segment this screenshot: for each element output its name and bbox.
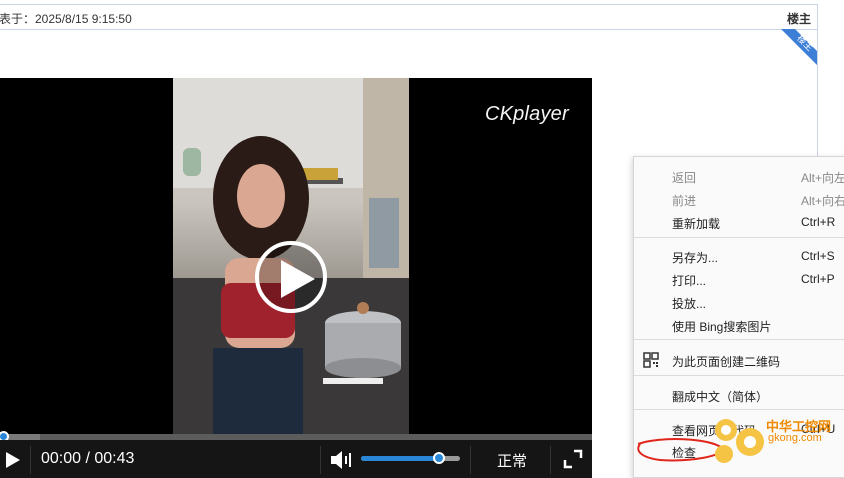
time-display: 00:00 / 00:43 — [41, 450, 135, 467]
context-menu-item[interactable]: 为此页面创建二维码 — [634, 349, 844, 371]
context-menu-label: 返回 — [672, 171, 697, 185]
menu-divider — [634, 375, 844, 376]
context-menu-label: 使用 Bing搜索图片 — [672, 320, 772, 334]
menu-divider — [634, 339, 844, 340]
context-menu-item[interactable]: 投放... — [634, 291, 844, 313]
play-icon — [281, 260, 315, 298]
menu-divider — [634, 237, 844, 238]
op-ribbon-badge: 楼主 — [781, 29, 817, 65]
divider — [320, 446, 321, 474]
player-watermark: CKplayer — [485, 103, 569, 125]
big-play-button[interactable] — [255, 241, 327, 313]
logo-url: gkong.com — [768, 432, 822, 444]
context-menu-label: 重新加载 — [672, 217, 721, 231]
context-menu-item[interactable]: 使用 Bing搜索图片 — [634, 314, 844, 336]
context-menu-item[interactable]: 翻成中文（简体） — [634, 384, 844, 406]
fullscreen-button[interactable] — [563, 449, 583, 469]
menu-divider — [634, 409, 844, 410]
video-player[interactable]: CKplayer 00:00 / 00:43 正常 — [0, 78, 592, 478]
context-menu-label: 翻成中文（简体） — [672, 390, 769, 404]
context-menu-item[interactable]: 返回 Alt+向左 — [634, 165, 844, 187]
playback-speed-button[interactable]: 正常 — [497, 450, 527, 471]
context-menu-shortcut: Ctrl+P — [801, 272, 835, 286]
qr-code-icon — [643, 352, 659, 368]
context-menu-item[interactable]: 前进 Alt+向右 — [634, 188, 844, 210]
context-menu-label: 为此页面创建二维码 — [672, 355, 781, 369]
context-menu-shortcut: Alt+向左 — [801, 171, 844, 185]
post-header: 表于：2025/8/15 9:15:50 楼主 — [0, 4, 818, 30]
control-bar: 00:00 / 00:43 正常 — [0, 440, 592, 478]
context-menu-label: 投放... — [672, 297, 707, 311]
divider — [550, 446, 551, 474]
context-menu-item[interactable]: 另存为... Ctrl+S — [634, 245, 844, 267]
context-menu-item[interactable]: 打印... Ctrl+P — [634, 268, 844, 290]
context-menu-shortcut: Alt+向右 — [801, 194, 844, 208]
volume-slider[interactable] — [361, 452, 460, 464]
play-pause-button[interactable] — [2, 450, 22, 470]
gkong-watermark-logo: 中华工控网 gkong.com — [706, 412, 844, 468]
author-tag: 楼主 — [786, 12, 811, 26]
volume-knob[interactable] — [433, 452, 446, 464]
context-menu-shortcut: Ctrl+R — [801, 215, 836, 229]
divider — [470, 446, 471, 474]
fullscreen-icon — [563, 449, 583, 469]
volume-icon[interactable] — [330, 449, 354, 471]
gear-icon — [715, 419, 764, 463]
context-menu-label: 前进 — [672, 194, 697, 208]
context-menu-label: 另存为... — [672, 251, 719, 265]
play-icon — [6, 452, 20, 468]
volume-fill — [361, 456, 440, 461]
context-menu-shortcut: Ctrl+S — [801, 249, 835, 263]
context-menu-item[interactable]: 重新加载 Ctrl+R — [634, 211, 844, 233]
divider — [30, 446, 31, 474]
context-menu-label: 打印... — [672, 274, 707, 288]
post-time: 表于：2025/8/15 9:15:50 — [0, 12, 132, 26]
